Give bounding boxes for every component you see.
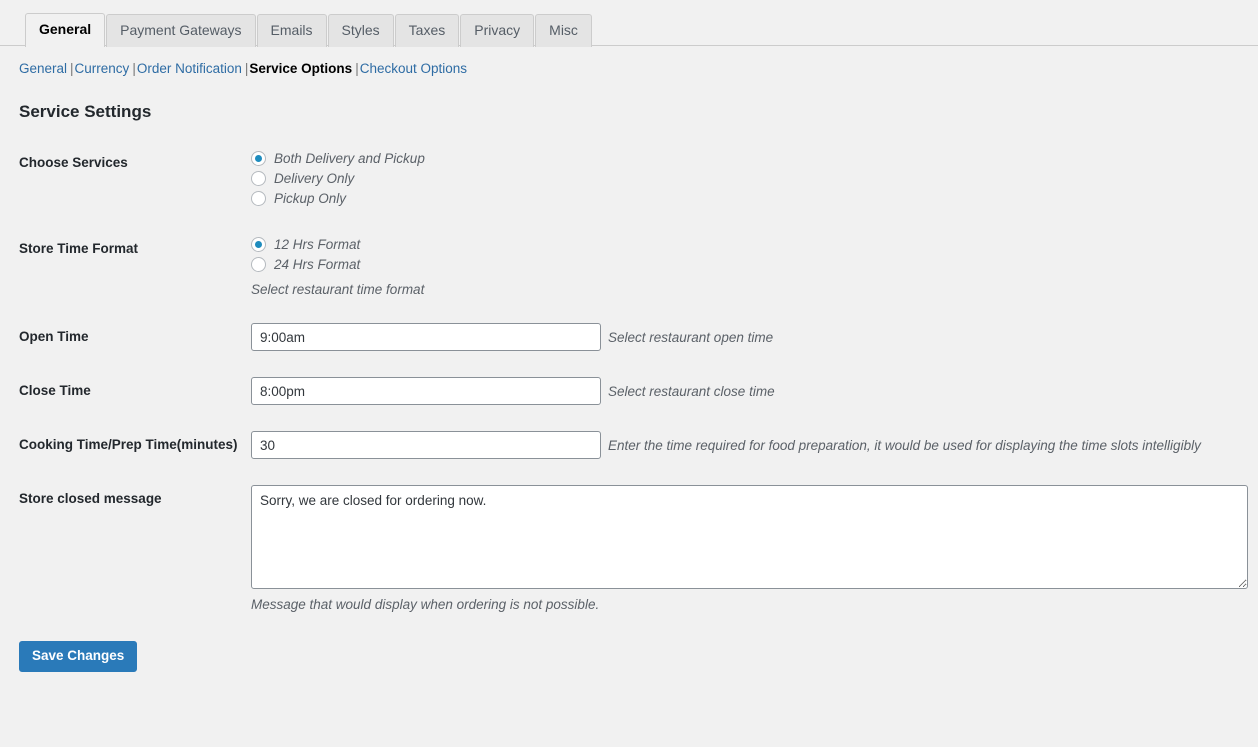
form-row-store-closed-message: Store closed message Sorry, we are close… [0,472,1258,625]
field-store-time-format: 12 Hrs Format 24 Hrs Format Select resta… [251,222,1258,310]
description-store-closed-message: Message that would display when ordering… [251,597,600,612]
settings-tab-bar: General Payment Gateways Emails Styles Taxes… [0,0,1258,47]
page-title: Service Settings [19,102,152,121]
form-row-choose-services: Choose Services Both Delivery and Pickup… [0,136,1258,222]
description-close-time: Select restaurant close time [608,383,775,399]
field-close-time: Select restaurant close time [251,364,1258,418]
radio-row-12-hrs-format[interactable]: 12 Hrs Format [251,235,1248,254]
radio-label-24-hrs-format[interactable]: 24 Hrs Format [274,257,360,272]
radio-row-24-hrs-format[interactable]: 24 Hrs Format [251,255,1248,274]
cooking-time-input[interactable] [251,431,601,459]
subnav-item-order-notification[interactable]: Order Notification [137,61,242,76]
sub-navigation: General |Currency |Order Notification |Serv… [0,46,1258,78]
field-open-time: Select restaurant open time [251,310,1258,364]
tab-privacy[interactable]: Privacy [460,14,535,47]
form-row-close-time: Close Time Select restaurant close time [0,364,1258,418]
subnav-separator: | [355,61,359,76]
close-time-input[interactable] [251,377,601,405]
open-time-input[interactable] [251,323,601,351]
subnav-item-service-options[interactable]: Service Options [249,61,352,76]
field-choose-services: Both Delivery and Pickup Delivery Only P… [251,136,1258,222]
radio-24-hrs-format[interactable] [251,257,266,272]
store-closed-message-textarea[interactable]: Sorry, we are closed for ordering now. [251,485,1248,589]
label-open-time: Open Time [19,329,89,344]
radio-row-both-delivery-and-pickup[interactable]: Both Delivery and Pickup [251,149,1248,168]
subnav-item-currency[interactable]: Currency [75,61,130,76]
form-row-open-time: Open Time Select restaurant open time [0,310,1258,364]
label-cooking-time: Cooking Time/Prep Time(minutes) [19,437,238,452]
tab-emails[interactable]: Emails [256,14,327,47]
label-close-time: Close Time [19,383,91,398]
tab-styles[interactable]: Styles [327,14,394,47]
form-row-cooking-time: Cooking Time/Prep Time(minutes) Enter th… [0,418,1258,472]
radio-label-12-hrs-format[interactable]: 12 Hrs Format [274,237,360,252]
radio-label-delivery-only[interactable]: Delivery Only [274,171,354,186]
label-store-closed-message: Store closed message [19,491,162,506]
tab-taxes[interactable]: Taxes [394,14,460,47]
field-store-closed-message: Sorry, we are closed for ordering now. M… [251,472,1258,625]
radio-12-hrs-format[interactable] [251,237,266,252]
radio-label-pickup-only[interactable]: Pickup Only [274,191,346,206]
field-cooking-time: Enter the time required for food prepara… [251,418,1258,472]
radio-pickup-only[interactable] [251,191,266,206]
subnav-item-checkout-options[interactable]: Checkout Options [360,61,467,76]
radio-delivery-only[interactable] [251,171,266,186]
subnav-separator: | [132,61,136,76]
label-store-time-format: Store Time Format [19,241,139,256]
radio-row-delivery-only[interactable]: Delivery Only [251,169,1248,188]
tab-payment-gateways[interactable]: Payment Gateways [106,14,256,47]
radio-label-both-delivery-and-pickup[interactable]: Both Delivery and Pickup [274,151,425,166]
radio-row-pickup-only[interactable]: Pickup Only [251,189,1248,208]
service-settings-form: Choose Services Both Delivery and Pickup… [0,136,1258,625]
description-store-time-format: Select restaurant time format [251,282,425,297]
description-cooking-time: Enter the time required for food prepara… [608,437,1201,453]
form-row-store-time-format: Store Time Format 12 Hrs Format 24 Hrs F… [0,222,1258,310]
submit-area: Save Changes [0,625,1258,672]
label-choose-services: Choose Services [19,155,128,170]
tab-general[interactable]: General [25,13,106,47]
subnav-separator: | [70,61,74,76]
radio-both-delivery-and-pickup[interactable] [251,151,266,166]
description-open-time: Select restaurant open time [608,329,774,345]
subnav-item-general[interactable]: General [19,61,67,76]
tab-misc[interactable]: Misc [535,14,592,47]
save-changes-button[interactable]: Save Changes [19,641,138,672]
